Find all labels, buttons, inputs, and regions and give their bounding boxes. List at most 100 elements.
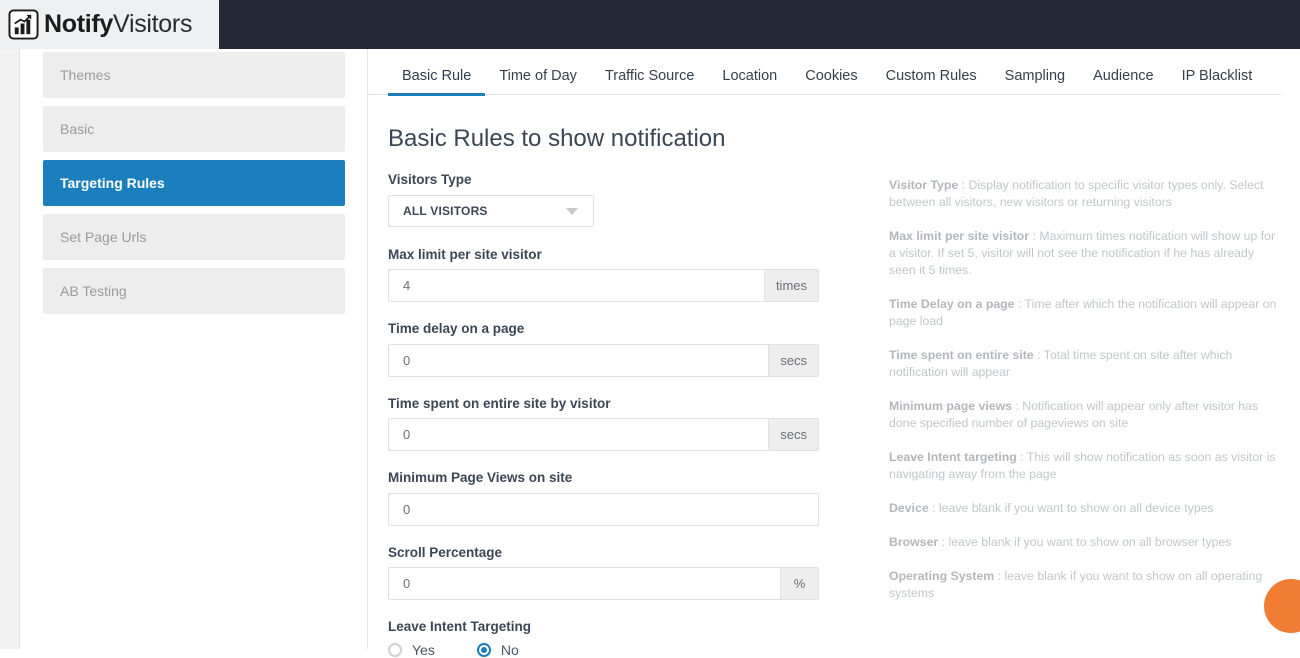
leave-intent-radio-no[interactable]: No <box>476 641 519 658</box>
help-item-operating-system: Operating System : leave blank if you wa… <box>889 568 1281 602</box>
tab-cookies[interactable]: Cookies <box>791 67 871 95</box>
help-term: Visitor Type <box>889 178 959 192</box>
time-spent-row: secs <box>388 418 819 451</box>
tab-audience[interactable]: Audience <box>1079 67 1167 95</box>
sidebar-item-label: Themes <box>60 67 111 83</box>
leave-intent-radio-group: Yes No <box>388 641 829 658</box>
field-time-delay: Time delay on a page secs <box>388 322 829 377</box>
max-limit-row: times <box>388 269 819 302</box>
help-item-time-spent: Time spent on entire site : Total time s… <box>889 347 1281 381</box>
field-min-page-views: Minimum Page Views on site <box>388 471 829 526</box>
page-body: Themes Basic Targeting Rules Set Page Ur… <box>0 49 1300 657</box>
tab-label: Audience <box>1093 67 1154 84</box>
brand-name-bold: Notify <box>44 10 114 38</box>
max-limit-input[interactable] <box>388 269 765 302</box>
tab-basic-rule[interactable]: Basic Rule <box>388 68 486 96</box>
content-columns: Visitors Type ALL VISITORS Max limit per… <box>369 173 1300 657</box>
max-limit-label: Max limit per site visitor <box>388 246 542 262</box>
help-item-time-delay: Time Delay on a page : Time after which … <box>889 296 1281 330</box>
rules-form: Visitors Type ALL VISITORS Max limit per… <box>369 173 829 657</box>
sidebar-item-label: Set Page Urls <box>60 229 147 245</box>
help-term: Operating System <box>889 569 995 583</box>
min-page-views-row <box>388 492 819 526</box>
visitors-type-select[interactable]: ALL VISITORS <box>388 194 594 227</box>
visitors-type-value: ALL VISITORS <box>403 203 488 218</box>
field-max-limit: Max limit per site visitor times <box>388 246 829 302</box>
brand-name: NotifyVisitors <box>44 12 192 37</box>
tab-label: Custom Rules <box>885 67 977 84</box>
help-item-visitor-type: Visitor Type : Display notification to s… <box>889 177 1281 211</box>
help-item-leave-intent: Leave Intent targeting : This will show … <box>889 449 1281 483</box>
leave-intent-no-label: No <box>500 641 519 658</box>
visitors-type-label: Visitors Type <box>388 172 472 187</box>
scroll-percentage-label: Scroll Percentage <box>388 544 503 560</box>
tab-location[interactable]: Location <box>708 67 791 95</box>
tab-bar: Basic Rule Time of Day Traffic Source Lo… <box>369 49 1281 96</box>
tab-label: Cookies <box>805 67 858 84</box>
tab-custom-rules[interactable]: Custom Rules <box>872 67 991 95</box>
top-bar: NotifyVisitors <box>0 0 1300 49</box>
leave-intent-label: Leave Intent Targeting <box>388 619 532 634</box>
main-content: Basic Rule Time of Day Traffic Source Lo… <box>369 49 1300 657</box>
scroll-percentage-suffix[interactable]: % <box>781 567 819 600</box>
time-spent-input[interactable] <box>388 418 770 451</box>
leave-intent-yes-label: Yes <box>412 641 435 658</box>
sidebar-item-targeting-rules[interactable]: Targeting Rules <box>43 160 345 206</box>
tab-label: Location <box>722 67 778 84</box>
help-term: Device <box>889 501 929 515</box>
tab-label: Traffic Source <box>604 67 695 84</box>
left-gutter <box>0 49 20 649</box>
field-visitors-type: Visitors Type ALL VISITORS <box>388 173 829 227</box>
help-term: Leave Intent targeting <box>889 450 1017 464</box>
sidebar-item-label: Targeting Rules <box>60 175 165 191</box>
tab-sampling[interactable]: Sampling <box>991 67 1079 95</box>
scroll-percentage-row: % <box>388 567 819 600</box>
page-title: Basic Rules to show notification <box>388 125 726 152</box>
time-delay-suffix[interactable]: secs <box>769 343 819 377</box>
min-page-views-label: Minimum Page Views on site <box>388 470 573 485</box>
help-term: Time Delay on a page <box>889 297 1015 311</box>
time-spent-suffix[interactable]: secs <box>769 418 819 451</box>
field-scroll-percentage: Scroll Percentage % <box>388 544 829 600</box>
help-item-min-page-views: Minimum page views : Notification will a… <box>889 398 1281 432</box>
time-delay-label: Time delay on a page <box>388 321 525 336</box>
help-term: Browser <box>889 535 939 549</box>
tab-label: Time of Day <box>499 67 577 84</box>
help-text: : leave blank if you want to show on all… <box>928 501 1214 515</box>
help-term: Max limit per site visitor <box>889 229 1030 243</box>
help-panel: Visitor Type : Display notification to s… <box>829 173 1281 657</box>
scroll-percentage-input[interactable] <box>388 567 781 600</box>
sidebar-item-ab-testing[interactable]: AB Testing <box>43 268 345 314</box>
help-term: Time spent on entire site <box>889 348 1034 362</box>
sidebar-item-label: AB Testing <box>60 283 127 299</box>
help-item-browser: Browser : leave blank if you want to sho… <box>889 534 1281 551</box>
sidebar-item-label: Basic <box>60 121 95 137</box>
tab-label: IP Blacklist <box>1181 67 1253 84</box>
sidebar-item-basic[interactable]: Basic <box>43 106 345 152</box>
field-leave-intent: Leave Intent Targeting Yes No <box>388 620 829 657</box>
radio-icon <box>388 642 402 657</box>
time-delay-input[interactable] <box>388 343 770 377</box>
tab-ip-blacklist[interactable]: IP Blacklist <box>1168 67 1267 95</box>
time-delay-row: secs <box>388 343 819 377</box>
min-page-views-input[interactable] <box>388 492 819 526</box>
brand-logo-area[interactable]: NotifyVisitors <box>0 0 219 49</box>
bar-chart-growth-icon <box>8 9 39 40</box>
time-spent-label: Time spent on entire site by visitor <box>388 395 611 411</box>
help-item-max-limit: Max limit per site visitor : Maximum tim… <box>889 228 1281 279</box>
tab-traffic-source[interactable]: Traffic Source <box>591 67 708 95</box>
tab-label: Sampling <box>1004 67 1066 84</box>
max-limit-suffix[interactable]: times <box>764 269 819 302</box>
help-text: : leave blank if you want to show on all… <box>938 535 1232 549</box>
field-time-spent: Time spent on entire site by visitor sec… <box>388 395 829 451</box>
sidebar-item-themes[interactable]: Themes <box>43 52 345 98</box>
help-item-device: Device : leave blank if you want to show… <box>889 500 1281 517</box>
sidebar: Themes Basic Targeting Rules Set Page Ur… <box>21 49 368 649</box>
radio-icon <box>476 642 491 657</box>
tab-time-of-day[interactable]: Time of Day <box>485 67 591 95</box>
help-term: Minimum page views <box>889 399 1012 413</box>
brand-name-light: Visitors <box>113 10 193 38</box>
sidebar-item-set-page-urls[interactable]: Set Page Urls <box>43 214 345 260</box>
leave-intent-radio-yes[interactable]: Yes <box>388 641 435 658</box>
visitors-type-select-wrap: ALL VISITORS <box>388 194 594 227</box>
